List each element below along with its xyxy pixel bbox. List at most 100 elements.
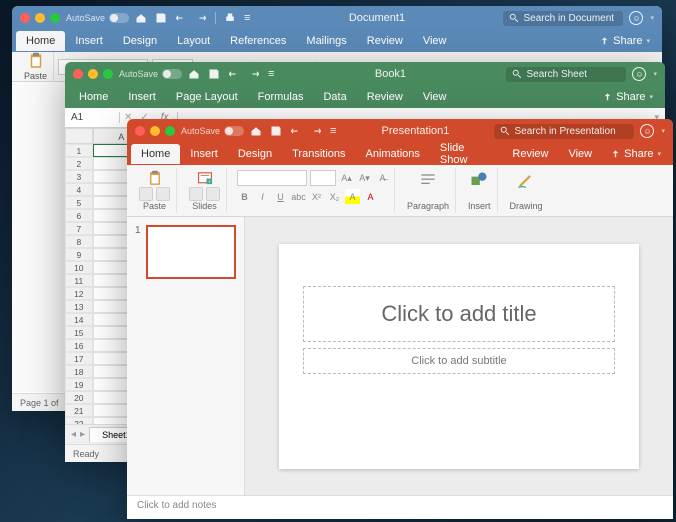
close-icon[interactable] bbox=[20, 13, 30, 23]
home-icon[interactable] bbox=[135, 12, 147, 24]
clear-format-button[interactable]: A̶ bbox=[375, 171, 390, 186]
shapes-icon[interactable] bbox=[469, 170, 489, 190]
feedback-icon[interactable]: ☺ bbox=[640, 124, 654, 138]
share-button[interactable]: Share▾ bbox=[594, 91, 661, 103]
name-box[interactable]: A1 bbox=[65, 112, 120, 123]
shrink-font-button[interactable]: A▾ bbox=[357, 171, 372, 186]
pen-icon[interactable] bbox=[516, 170, 536, 190]
maximize-icon[interactable] bbox=[103, 69, 113, 79]
row-header[interactable]: 8 bbox=[65, 235, 93, 248]
redo-icon[interactable] bbox=[310, 125, 322, 137]
chevron-down-icon[interactable]: ▾ bbox=[653, 70, 657, 78]
tab-review[interactable]: Review bbox=[357, 31, 413, 51]
search-input[interactable]: Search in Document bbox=[503, 11, 623, 26]
tab-data[interactable]: Data bbox=[313, 87, 356, 107]
home-icon[interactable] bbox=[250, 125, 262, 137]
tab-home[interactable]: Home bbox=[16, 31, 65, 51]
autosave-toggle[interactable]: AutoSave bbox=[119, 69, 182, 79]
chevron-down-icon[interactable]: ▾ bbox=[661, 127, 665, 135]
tab-mailings[interactable]: Mailings bbox=[296, 31, 356, 51]
tab-design[interactable]: Design bbox=[228, 144, 282, 164]
minimize-icon[interactable] bbox=[150, 126, 160, 136]
home-icon[interactable] bbox=[188, 68, 200, 80]
tab-insert[interactable]: Insert bbox=[118, 87, 166, 107]
row-header[interactable]: 18 bbox=[65, 365, 93, 378]
save-icon[interactable] bbox=[155, 12, 167, 24]
tab-home[interactable]: Home bbox=[69, 87, 118, 107]
row-header[interactable]: 15 bbox=[65, 326, 93, 339]
share-button[interactable]: Share▾ bbox=[602, 148, 669, 160]
clipboard-icon[interactable] bbox=[145, 170, 165, 187]
sheet-nav-first[interactable]: ◂ bbox=[71, 429, 76, 440]
overflow-icon[interactable]: ≡ bbox=[330, 125, 336, 137]
maximize-icon[interactable] bbox=[50, 13, 60, 23]
toggle-icon[interactable] bbox=[224, 126, 244, 136]
tab-view[interactable]: View bbox=[413, 31, 457, 51]
title-placeholder[interactable]: Click to add title bbox=[303, 286, 615, 342]
subtitle-placeholder[interactable]: Click to add subtitle bbox=[303, 348, 615, 374]
sheet-nav-prev[interactable]: ▸ bbox=[80, 429, 85, 440]
row-header[interactable]: 4 bbox=[65, 183, 93, 196]
row-header[interactable]: 5 bbox=[65, 196, 93, 209]
slide-thumbnail[interactable] bbox=[146, 225, 236, 279]
feedback-icon[interactable]: ☺ bbox=[629, 11, 643, 25]
underline-button[interactable]: U bbox=[273, 189, 288, 204]
superscript-button[interactable]: X² bbox=[309, 189, 324, 204]
close-icon[interactable] bbox=[135, 126, 145, 136]
tab-page-layout[interactable]: Page Layout bbox=[166, 87, 248, 107]
row-header[interactable]: 13 bbox=[65, 300, 93, 313]
chevron-down-icon[interactable]: ▾ bbox=[650, 14, 654, 22]
row-header[interactable]: 11 bbox=[65, 274, 93, 287]
maximize-icon[interactable] bbox=[165, 126, 175, 136]
tab-review[interactable]: Review bbox=[502, 144, 558, 164]
size-select[interactable] bbox=[310, 170, 336, 186]
feedback-icon[interactable]: ☺ bbox=[632, 67, 646, 81]
thumbnail-item[interactable]: 1 bbox=[135, 225, 236, 279]
redo-icon[interactable] bbox=[195, 12, 207, 24]
search-input[interactable]: Search Sheet bbox=[506, 67, 626, 82]
tab-design[interactable]: Design bbox=[113, 31, 167, 51]
search-input[interactable]: Search in Presentation bbox=[494, 124, 634, 139]
autosave-toggle[interactable]: AutoSave bbox=[181, 126, 244, 136]
row-header[interactable]: 9 bbox=[65, 248, 93, 261]
font-color-button[interactable]: A bbox=[363, 189, 378, 204]
toggle-icon[interactable] bbox=[109, 13, 129, 23]
layout-button[interactable] bbox=[189, 187, 203, 201]
select-all-button[interactable] bbox=[65, 128, 93, 144]
tab-insert[interactable]: Insert bbox=[65, 31, 113, 51]
row-header[interactable]: 12 bbox=[65, 287, 93, 300]
row-header[interactable]: 2 bbox=[65, 157, 93, 170]
subscript-button[interactable]: X₂ bbox=[327, 189, 342, 204]
new-slide-icon[interactable]: + bbox=[195, 170, 215, 187]
strike-button[interactable]: abc bbox=[291, 189, 306, 204]
tab-insert[interactable]: Insert bbox=[180, 144, 228, 164]
save-icon[interactable] bbox=[270, 125, 282, 137]
row-header[interactable]: 19 bbox=[65, 378, 93, 391]
row-header[interactable]: 16 bbox=[65, 339, 93, 352]
row-header[interactable]: 7 bbox=[65, 222, 93, 235]
toggle-icon[interactable] bbox=[162, 69, 182, 79]
row-header[interactable]: 6 bbox=[65, 209, 93, 222]
save-icon[interactable] bbox=[208, 68, 220, 80]
overflow-icon[interactable]: ≡ bbox=[244, 12, 250, 24]
close-icon[interactable] bbox=[73, 69, 83, 79]
overflow-icon[interactable]: ≡ bbox=[268, 68, 274, 80]
row-header[interactable]: 10 bbox=[65, 261, 93, 274]
tab-view[interactable]: View bbox=[558, 144, 602, 164]
slide-canvas[interactable]: Click to add title Click to add subtitle bbox=[279, 244, 639, 469]
highlight-button[interactable]: A bbox=[345, 189, 360, 204]
paste-button[interactable]: Paste bbox=[18, 52, 54, 81]
minimize-icon[interactable] bbox=[35, 13, 45, 23]
share-button[interactable]: Share▾ bbox=[591, 35, 658, 47]
tab-formulas[interactable]: Formulas bbox=[248, 87, 314, 107]
copy-button[interactable] bbox=[156, 187, 170, 201]
tab-transitions[interactable]: Transitions bbox=[282, 144, 355, 164]
bold-button[interactable]: B bbox=[237, 189, 252, 204]
grow-font-button[interactable]: A▴ bbox=[339, 171, 354, 186]
minimize-icon[interactable] bbox=[88, 69, 98, 79]
paragraph-icon[interactable] bbox=[418, 170, 438, 190]
row-header[interactable]: 14 bbox=[65, 313, 93, 326]
undo-icon[interactable] bbox=[228, 68, 240, 80]
tab-home[interactable]: Home bbox=[131, 144, 180, 164]
tab-slideshow[interactable]: Slide Show bbox=[430, 138, 502, 170]
